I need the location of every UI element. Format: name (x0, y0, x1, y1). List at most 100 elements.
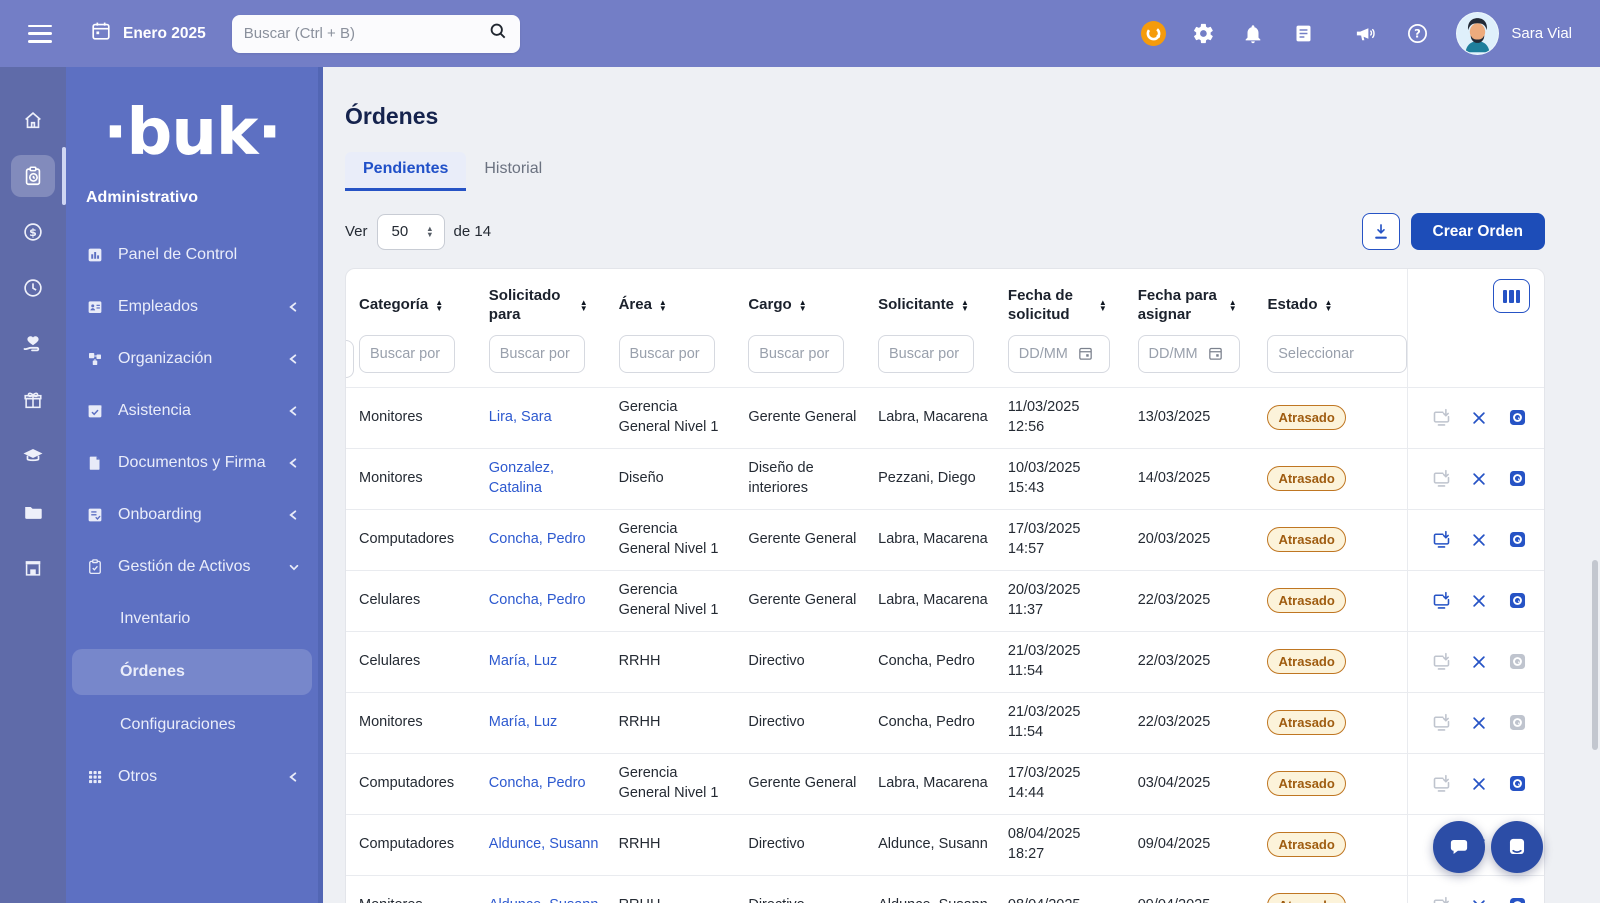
chevron-left-icon[interactable] (288, 508, 300, 522)
gifts-icon[interactable] (11, 379, 55, 421)
view-order-button[interactable] (1506, 407, 1528, 429)
sidebar-item-inventario[interactable]: Inventario (66, 593, 318, 645)
cell-solicitado-para[interactable]: Lira, Sara (489, 388, 619, 448)
menu-icon[interactable] (28, 25, 52, 43)
period-label[interactable]: Enero 2025 (123, 25, 206, 43)
sidebar-item-gestion-de-activos[interactable]: Gestión de Activos (66, 541, 318, 593)
sidebar-item-ordenes[interactable]: Órdenes (72, 649, 312, 695)
rewards-icon[interactable] (1140, 21, 1166, 47)
notifications-icon[interactable] (1240, 21, 1266, 47)
chevron-left-icon[interactable] (288, 404, 300, 418)
export-download-button[interactable] (1362, 213, 1400, 250)
tab-historial[interactable]: Historial (466, 152, 560, 191)
sort-icon[interactable]: ▲▼ (961, 300, 969, 312)
cell-solicitado-para[interactable]: Aldunce, Susann (489, 815, 619, 875)
sort-icon[interactable]: ▲▼ (1229, 300, 1237, 312)
marketplace-icon[interactable] (11, 547, 55, 589)
cell-solicitado-para[interactable]: Aldunce, Susann (489, 876, 619, 903)
cell-solicitado-para[interactable]: María, Luz (489, 632, 619, 692)
chevron-left-icon[interactable] (288, 770, 300, 784)
sidebar-item-organizacion[interactable]: Organización (66, 333, 318, 385)
onboarding-icon (86, 506, 104, 524)
column-settings-button[interactable] (1493, 279, 1530, 313)
sort-icon[interactable]: ▲▼ (799, 300, 807, 312)
cancel-order-button[interactable] (1468, 712, 1490, 734)
cell-solicitado-para[interactable]: Gonzalez, Catalina (489, 449, 619, 509)
cell-solicitado-para[interactable]: Concha, Pedro (489, 510, 619, 570)
filter-fecha-de-solicitud[interactable] (1008, 335, 1110, 373)
view-order-button[interactable] (1506, 895, 1528, 903)
calendar-icon[interactable] (90, 20, 112, 47)
sidebar-item-asistencia[interactable]: Asistencia (66, 385, 318, 437)
filter-categoria[interactable] (359, 335, 455, 373)
cancel-order-button[interactable] (1468, 529, 1490, 551)
download-order-button[interactable] (1430, 529, 1452, 551)
sort-icon[interactable]: ▲▼ (1324, 300, 1332, 312)
sidebar-item-panel-de-control[interactable]: Panel de Control (66, 229, 318, 281)
filter-solicitado-para[interactable] (489, 335, 585, 373)
user-name[interactable]: Sara Vial (1511, 25, 1572, 42)
cancel-order-button[interactable] (1468, 590, 1490, 612)
view-order-button[interactable] (1506, 590, 1528, 612)
sidebar-item-onboarding[interactable]: Onboarding (66, 489, 318, 541)
announcements-icon[interactable] (1352, 21, 1378, 47)
tab-pendientes[interactable]: Pendientes (345, 152, 466, 191)
sort-icon[interactable]: ▲▼ (1099, 300, 1107, 312)
sort-icon[interactable]: ▲▼ (659, 300, 667, 312)
filter-fecha-para-asignar[interactable] (1138, 335, 1240, 373)
download-order-button[interactable] (1430, 590, 1452, 612)
training-icon[interactable] (11, 435, 55, 477)
cell-solicitado-para[interactable]: Concha, Pedro (489, 754, 619, 814)
cell-fecha-asignar: 22/03/2025 (1138, 632, 1268, 692)
svg-text:$: $ (29, 226, 37, 239)
chevron-left-icon[interactable] (288, 300, 300, 314)
avatar[interactable] (1456, 12, 1499, 55)
view-order-button[interactable] (1506, 529, 1528, 551)
cancel-order-button[interactable] (1468, 468, 1490, 490)
cancel-order-button[interactable] (1468, 407, 1490, 429)
page-size-select[interactable]: 50 ▲▼ (377, 214, 445, 250)
view-order-button[interactable] (1506, 773, 1528, 795)
filter-solicitante[interactable] (878, 335, 974, 373)
settings-icon[interactable] (1190, 21, 1216, 47)
benefits-icon[interactable] (11, 323, 55, 365)
sidebar-item-documentos-y-firma[interactable]: Documentos y Firma (66, 437, 318, 489)
filter-area[interactable] (619, 335, 715, 373)
chevron-left-icon[interactable] (288, 352, 300, 366)
view-order-button[interactable] (1506, 468, 1528, 490)
sidebar-item-empleados[interactable]: Empleados (66, 281, 318, 333)
time-icon[interactable] (11, 267, 55, 309)
notes-icon[interactable] (1290, 21, 1316, 47)
clipped-filter-input[interactable] (346, 340, 354, 378)
sidebar-item-configuraciones[interactable]: Configuraciones (66, 699, 318, 751)
page-scrollbar[interactable] (1592, 560, 1598, 750)
help-center-button[interactable] (1491, 821, 1543, 873)
cell-estado: Atrasado (1267, 449, 1407, 509)
sort-icon[interactable]: ▲▼ (435, 300, 443, 312)
home-icon[interactable] (11, 99, 55, 141)
view-order-button (1506, 651, 1528, 673)
global-search[interactable] (232, 15, 520, 53)
help-icon[interactable]: ? (1404, 21, 1430, 47)
asset-orders-icon[interactable] (11, 155, 55, 197)
chevron-left-icon[interactable] (288, 456, 300, 470)
sort-icon[interactable]: ▲▼ (580, 300, 588, 312)
cancel-order-button[interactable] (1468, 773, 1490, 795)
cancel-order-button[interactable] (1468, 895, 1490, 903)
filter-estado[interactable]: Seleccionar (1267, 335, 1407, 373)
chevron-down-icon[interactable] (288, 560, 300, 574)
search-icon[interactable] (488, 21, 508, 46)
cancel-order-button[interactable] (1468, 651, 1490, 673)
cell-solicitado-para[interactable]: María, Luz (489, 693, 619, 753)
cell-solicitado-para[interactable]: Concha, Pedro (489, 571, 619, 631)
status-badge: Atrasado (1267, 771, 1345, 797)
chat-bubble-button[interactable] (1433, 821, 1485, 873)
folder-icon[interactable] (11, 491, 55, 533)
cell-fecha-solicitud: 21/03/202511:54 (1008, 693, 1138, 753)
create-order-button[interactable]: Crear Orden (1411, 213, 1545, 250)
cell-area: Gerencia General Nivel 1 (619, 754, 749, 814)
payroll-icon[interactable]: $ (11, 211, 55, 253)
filter-cargo[interactable] (748, 335, 844, 373)
sidebar-item-otros[interactable]: Otros (66, 751, 318, 803)
search-input[interactable] (244, 25, 488, 42)
